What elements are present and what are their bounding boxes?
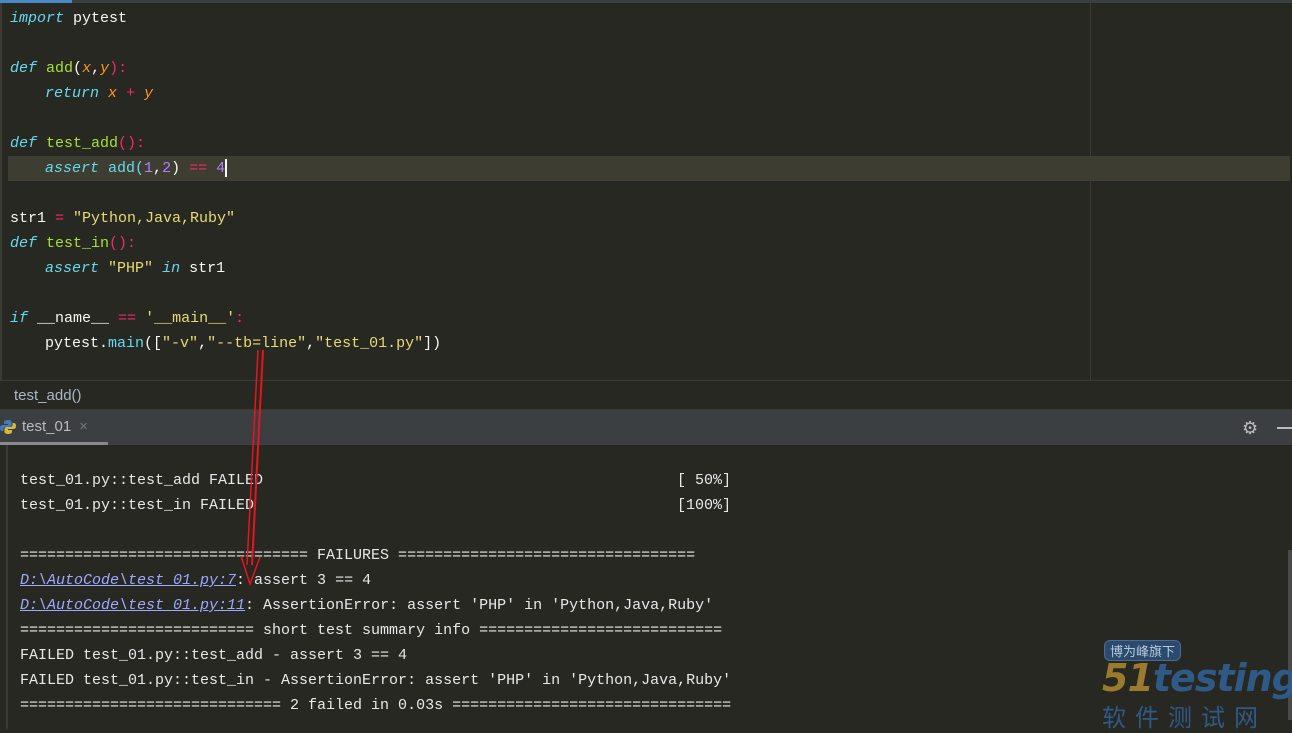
annotation-arrow	[240, 349, 264, 587]
watermark-logo: 博为峰旗下 51testing 软件测试网	[1100, 638, 1292, 732]
